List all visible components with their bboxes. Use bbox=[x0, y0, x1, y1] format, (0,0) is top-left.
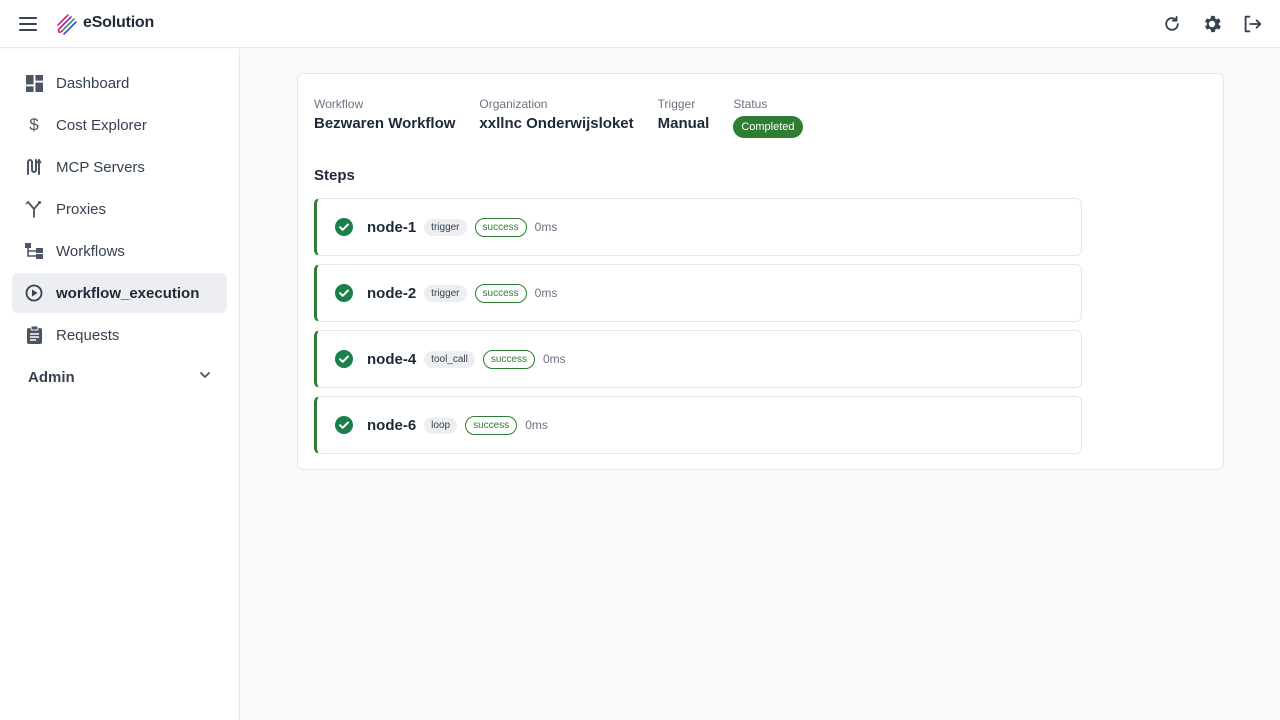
step-name: node-6 bbox=[367, 416, 417, 434]
hamburger-menu-icon[interactable] bbox=[16, 12, 40, 36]
check-circle-icon bbox=[335, 284, 353, 302]
step-duration: 0ms bbox=[525, 418, 548, 432]
check-circle-icon bbox=[335, 218, 353, 236]
step-type-chip: tool_call bbox=[424, 350, 475, 368]
sidebar-item-label: Cost Explorer bbox=[56, 116, 147, 134]
organization-label: Organization bbox=[479, 97, 548, 111]
sidebar-group-admin[interactable]: Admin bbox=[12, 357, 227, 397]
logout-icon[interactable] bbox=[1240, 12, 1264, 36]
sidebar-item-label: Requests bbox=[56, 326, 120, 344]
execution-card: Workflow Bezwaren Workflow Organization … bbox=[297, 73, 1224, 470]
admin-group-label: Admin bbox=[28, 368, 75, 386]
step-name: node-4 bbox=[367, 350, 417, 368]
step-status-chip: success bbox=[482, 349, 535, 369]
sidebar-item-cost-explorer[interactable]: $ Cost Explorer bbox=[12, 105, 227, 145]
workflow-label: Workflow bbox=[314, 97, 364, 111]
sidebar-item-workflows[interactable]: Workflows bbox=[12, 231, 227, 271]
status-field: Status Completed bbox=[733, 97, 803, 138]
step-duration: 0ms bbox=[534, 286, 558, 300]
step-name: node-1 bbox=[367, 218, 417, 236]
status-badge: Completed bbox=[733, 116, 803, 138]
trigger-field: Trigger Manual bbox=[658, 97, 710, 138]
step-status-chip: success bbox=[465, 415, 518, 435]
sidebar-item-label: Workflows bbox=[56, 242, 125, 260]
step-row[interactable]: node-6 loop success 0ms bbox=[314, 396, 1082, 454]
sidebar-item-label: Dashboard bbox=[56, 74, 130, 92]
organization-field: Organization xxllnc Onderwijsloket bbox=[479, 97, 633, 138]
workflow-value: Bezwaren Workflow bbox=[314, 115, 456, 132]
sidebar-item-label: Proxies bbox=[56, 200, 107, 218]
check-circle-icon bbox=[335, 416, 353, 434]
gear-icon[interactable] bbox=[1200, 12, 1224, 36]
sidebar-item-dashboard[interactable]: Dashboard bbox=[12, 63, 227, 103]
top-bar: eSolution bbox=[0, 0, 1280, 48]
header-actions bbox=[1160, 12, 1264, 36]
step-row[interactable]: node-2 trigger success 0ms bbox=[314, 264, 1082, 322]
step-status-chip: success bbox=[474, 217, 527, 237]
sidebar: Dashboard $ Cost Explorer MCP Servers Pr… bbox=[0, 49, 240, 720]
workflow-icon bbox=[25, 242, 43, 260]
brand-name: eSolution bbox=[83, 14, 155, 31]
sidebar-item-label: MCP Servers bbox=[56, 158, 145, 176]
fork-icon bbox=[25, 200, 43, 218]
execution-meta: Workflow Bezwaren Workflow Organization … bbox=[314, 97, 803, 138]
organization-value: xxllnc Onderwijsloket bbox=[479, 115, 634, 132]
chevron-down-icon bbox=[199, 368, 211, 386]
mcp-icon bbox=[25, 158, 43, 176]
steps-list: node-1 trigger success 0ms node-2 trigge… bbox=[314, 198, 1082, 462]
workflow-field: Workflow Bezwaren Workflow bbox=[314, 97, 455, 138]
logo-icon bbox=[57, 14, 77, 35]
sidebar-item-requests[interactable]: Requests bbox=[12, 315, 227, 355]
step-status-chip: success bbox=[474, 283, 527, 303]
step-type-chip: loop bbox=[424, 416, 458, 434]
trigger-label: Trigger bbox=[657, 97, 696, 111]
play-circle-icon bbox=[25, 284, 43, 302]
status-label: Status bbox=[733, 97, 768, 111]
step-type-chip: trigger bbox=[424, 218, 467, 236]
refresh-icon[interactable] bbox=[1160, 12, 1184, 36]
dollar-icon: $ bbox=[29, 115, 39, 134]
steps-heading: Steps bbox=[314, 167, 355, 184]
step-name: node-2 bbox=[367, 284, 417, 302]
step-duration: 0ms bbox=[543, 352, 566, 366]
clipboard-icon bbox=[25, 326, 43, 344]
step-row[interactable]: node-1 trigger success 0ms bbox=[314, 198, 1082, 256]
sidebar-item-proxies[interactable]: Proxies bbox=[12, 189, 227, 229]
dashboard-icon bbox=[25, 74, 43, 92]
step-type-chip: trigger bbox=[424, 284, 467, 302]
sidebar-item-label: workflow_execution bbox=[56, 284, 200, 302]
step-row[interactable]: node-4 tool_call success 0ms bbox=[314, 330, 1082, 388]
sidebar-item-mcp-servers[interactable]: MCP Servers bbox=[12, 147, 227, 187]
step-duration: 0ms bbox=[534, 220, 558, 234]
trigger-value: Manual bbox=[657, 115, 710, 132]
sidebar-item-workflow-execution[interactable]: workflow_execution bbox=[12, 273, 227, 313]
check-circle-icon bbox=[335, 350, 353, 368]
